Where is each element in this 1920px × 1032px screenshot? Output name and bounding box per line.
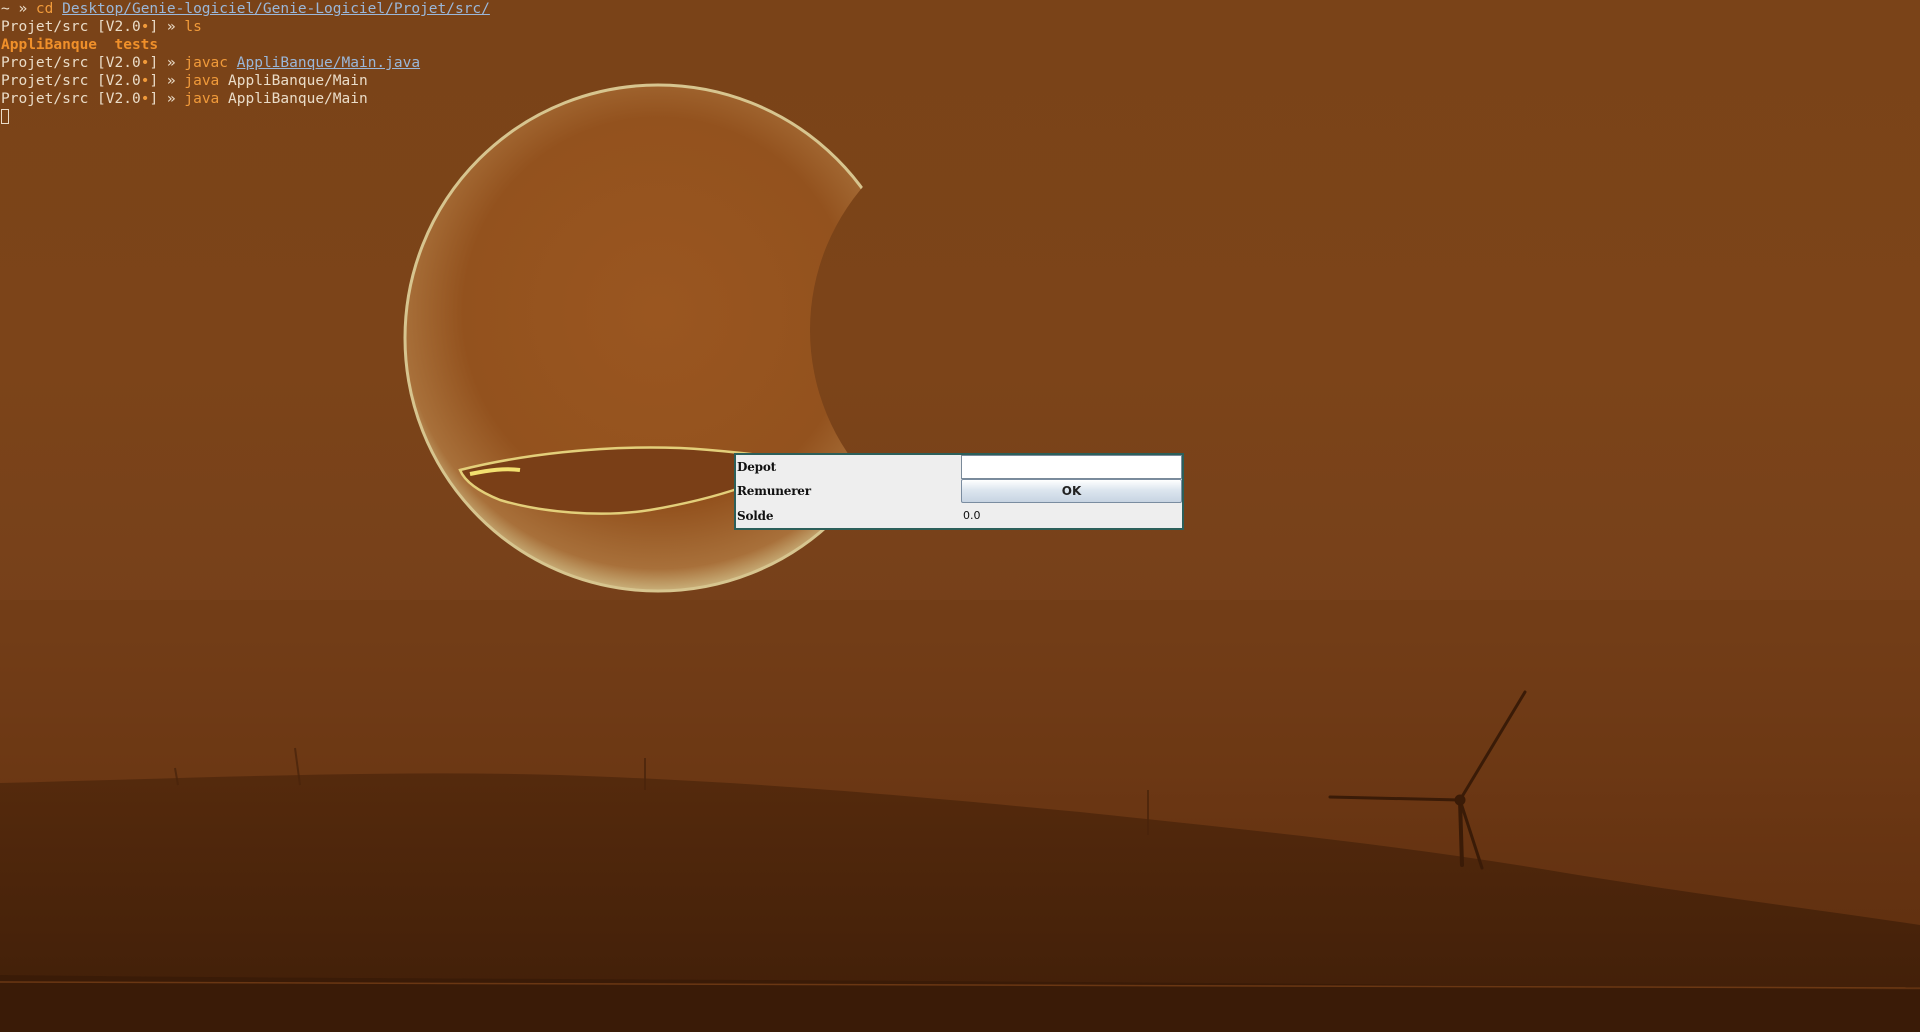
path-link[interactable]: AppliBanque/Main.java [237, 55, 420, 71]
prompt-dir: Projet/src [1, 55, 89, 71]
command-args: AppliBanque/Main [228, 73, 368, 89]
desktop: ~ » cd Desktop/Genie-logiciel/Genie-Logi… [0, 0, 1920, 1032]
prompt-end: ] » [149, 55, 185, 71]
prompt-end: ] » [149, 73, 185, 89]
ls-output: AppliBanque tests [1, 37, 159, 53]
prompt-branch: [V2.0 [97, 73, 141, 89]
solde-row: Solde 0.0 [736, 504, 1182, 528]
command: javac [184, 55, 229, 71]
remunerer-row: Remunerer OK [736, 479, 1182, 503]
prompt-branch: [V2.0 [97, 55, 141, 71]
terminal-line: Projet/src [V2.0•] » ls [0, 18, 1920, 36]
appli-banque-window: Depot Remunerer OK Solde 0.0 [734, 453, 1184, 530]
solde-value: 0.0 [963, 509, 981, 522]
command: cd [35, 1, 54, 17]
prompt-dir: Projet/src [1, 19, 89, 35]
prompt-branch: [V2.0 [97, 91, 141, 107]
ok-button[interactable]: OK [961, 479, 1182, 503]
solde-label: Solde [737, 509, 774, 523]
prompt-dir: Projet/src [1, 73, 89, 89]
prompt-end: ] » [149, 19, 185, 35]
depot-label: Depot [737, 460, 776, 474]
depot-input[interactable] [961, 455, 1182, 479]
terminal-cursor [1, 109, 9, 124]
command: java [184, 91, 220, 107]
command-args: AppliBanque/Main [228, 91, 368, 107]
command: java [184, 73, 220, 89]
prompt-branch: [V2.0 [97, 19, 141, 35]
terminal-line: Projet/src [V2.0•] » javac AppliBanque/M… [0, 54, 1920, 72]
terminal-line: ~ » cd Desktop/Genie-logiciel/Genie-Logi… [0, 0, 1920, 18]
command: ls [184, 19, 202, 35]
terminal-line: Projet/src [V2.0•] » java AppliBanque/Ma… [0, 90, 1920, 108]
prompt: ~ » [1, 1, 36, 17]
depot-row: Depot [736, 455, 1182, 479]
terminal-input-line[interactable] [0, 108, 1920, 126]
prompt-dir: Projet/src [1, 91, 89, 107]
terminal-line: Projet/src [V2.0•] » java AppliBanque/Ma… [0, 72, 1920, 90]
path-link[interactable]: Desktop/Genie-logiciel/Genie-Logiciel/Pr… [62, 1, 490, 17]
remunerer-label: Remunerer [737, 484, 811, 498]
prompt-end: ] » [149, 91, 185, 107]
